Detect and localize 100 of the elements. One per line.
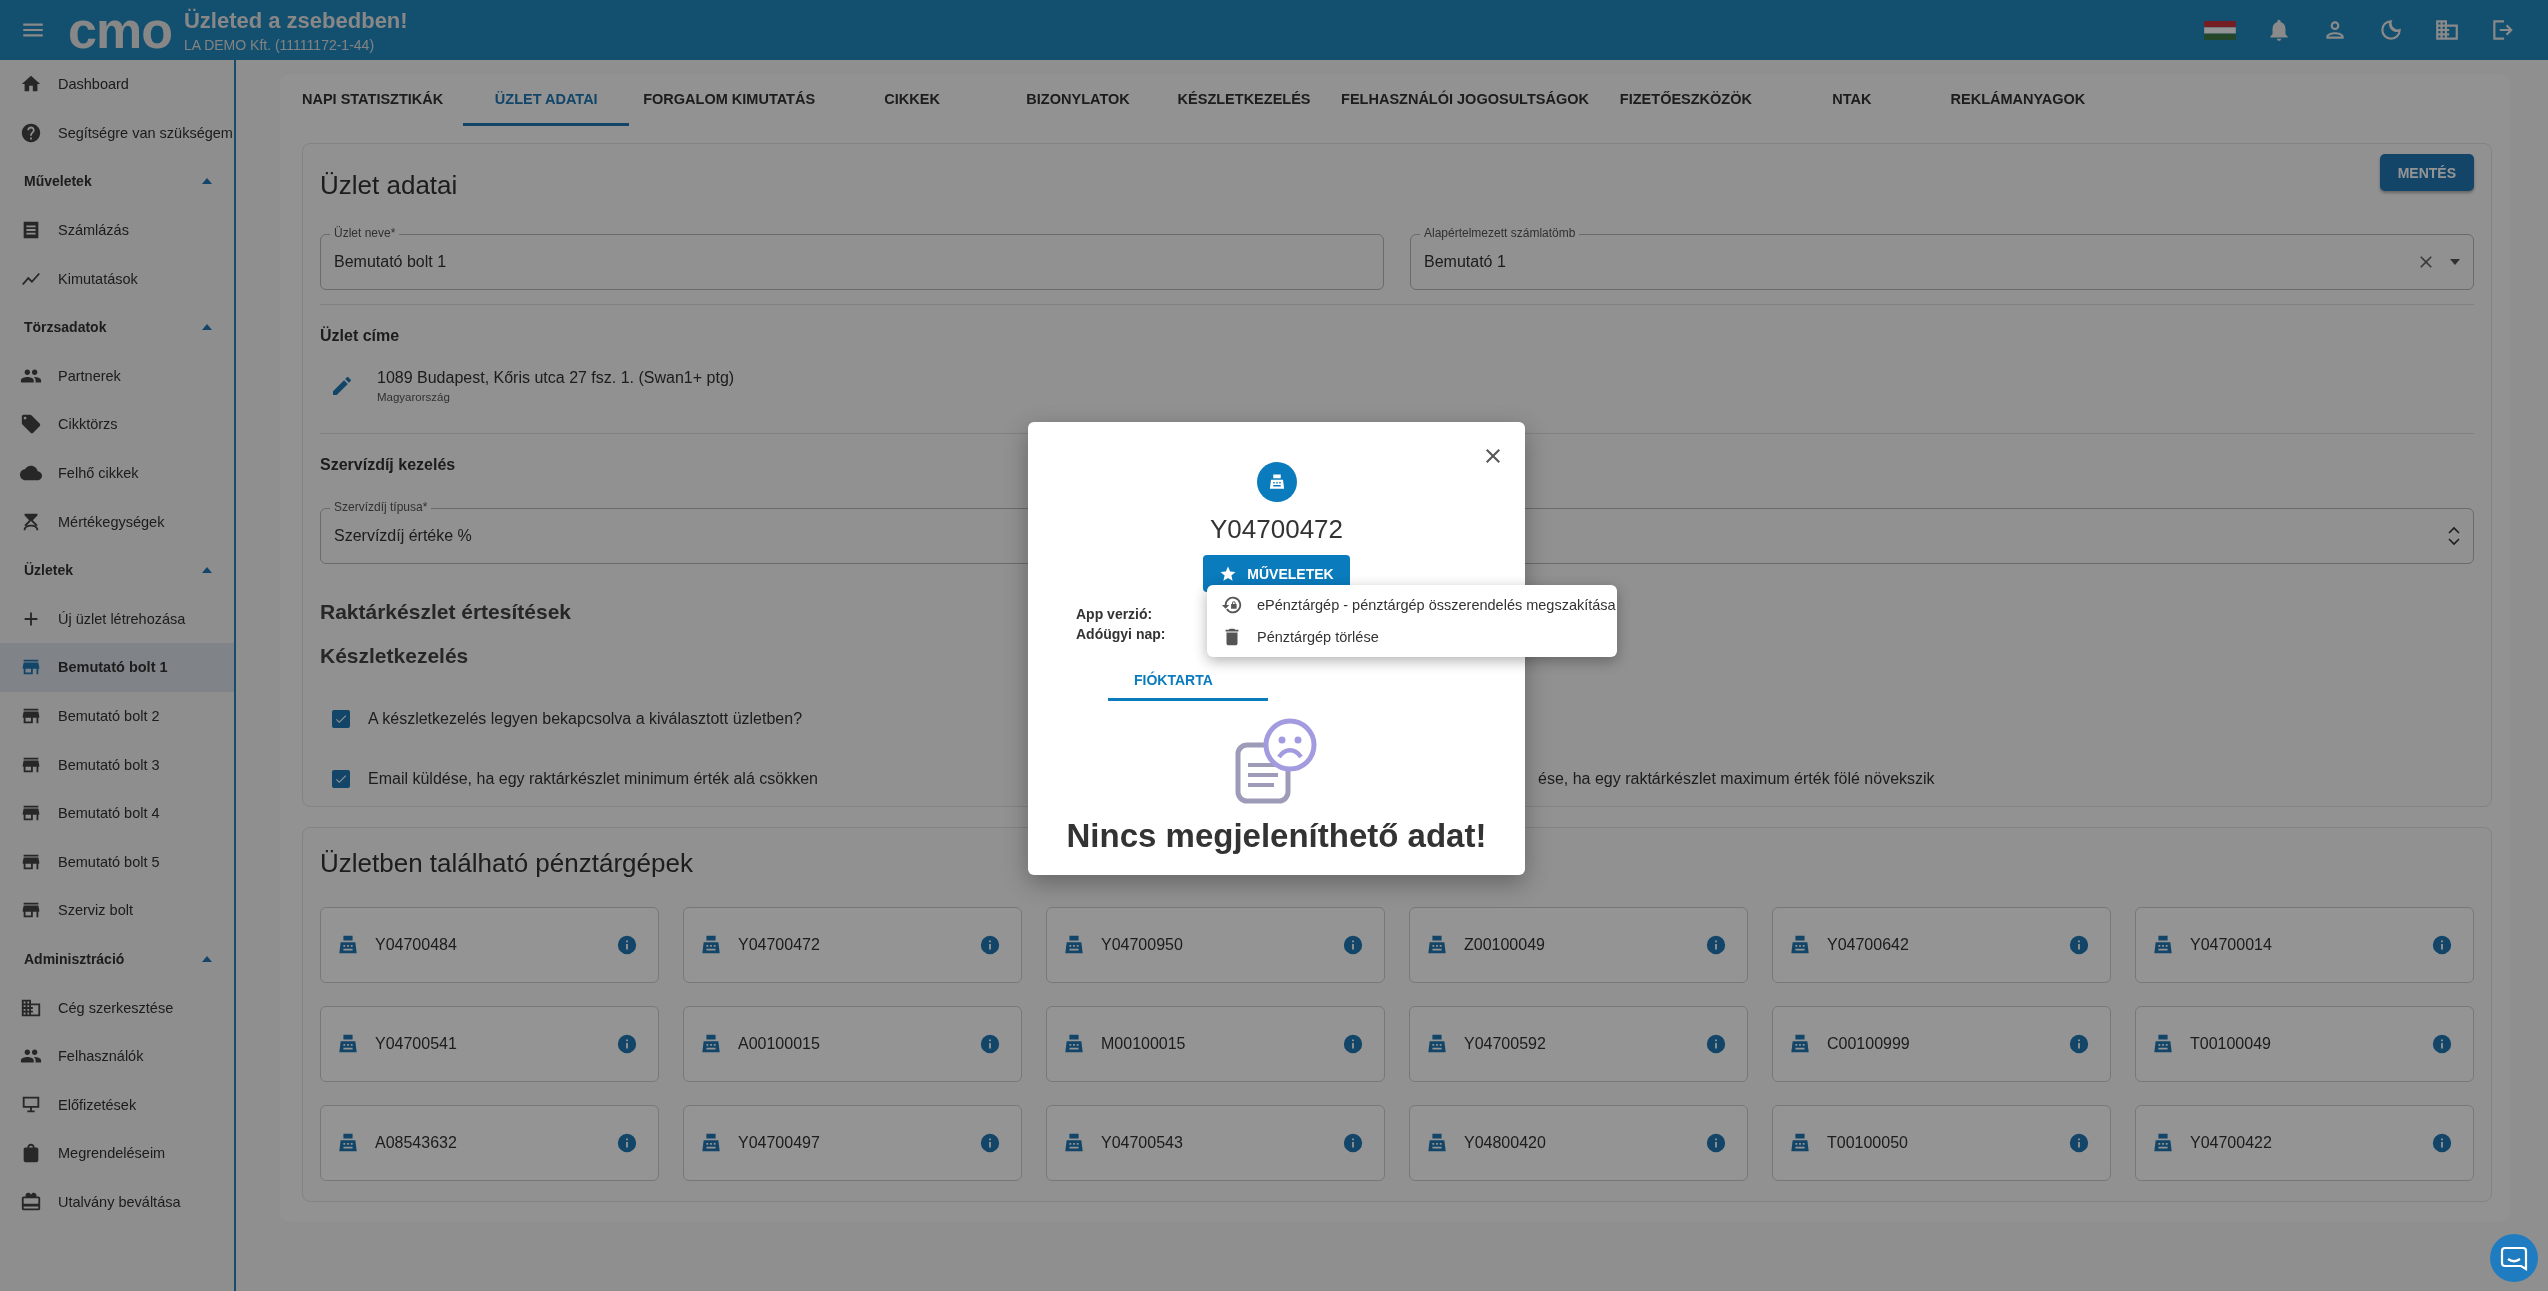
info-icon[interactable] — [2431, 1033, 2453, 1055]
register-name: Y04700014 — [2190, 936, 2272, 954]
sidebar-item[interactable]: Felhő cikkek — [0, 448, 234, 498]
register-card[interactable]: Y04700422 — [2135, 1105, 2474, 1181]
register-card[interactable]: C00100999 — [1772, 1006, 2111, 1082]
info-icon[interactable] — [2431, 1132, 2453, 1154]
sidebar-item[interactable]: Cég szerkesztése — [0, 983, 234, 1032]
menu-item[interactable]: ePénztárgép - pénztárgép összerendelés megszakítása — [1207, 589, 1617, 621]
register-card[interactable]: A00100015 — [683, 1006, 1022, 1082]
tag-icon — [20, 413, 42, 436]
register-card[interactable]: Y04700592 — [1409, 1006, 1748, 1082]
sidebar-item[interactable]: Előfizetések — [0, 1080, 234, 1130]
cash-register-icon — [1426, 1033, 1448, 1055]
register-card[interactable]: A08543632 — [320, 1105, 659, 1181]
register-card[interactable]: Z00100049 — [1409, 907, 1748, 983]
register-card[interactable]: Y04800420 — [1409, 1105, 1748, 1181]
dropdown-icon[interactable] — [2450, 259, 2460, 265]
info-icon[interactable] — [616, 934, 638, 956]
checkbox[interactable] — [332, 710, 350, 728]
cash-register-icon — [337, 1132, 359, 1154]
register-card[interactable]: Y04700541 — [320, 1006, 659, 1082]
register-card[interactable]: Y04700014 — [2135, 907, 2474, 983]
serial-number: Y04700472 — [1210, 514, 1343, 545]
register-card[interactable]: T00100049 — [2135, 1006, 2474, 1082]
tab[interactable]: ÜZLET ADATAI — [463, 74, 630, 126]
address-text: 1089 Budapest, Kőris utca 27 fsz. 1. (Swan1+ ptg) — [377, 369, 735, 387]
sidebar-item[interactable]: Dashboard — [0, 60, 234, 109]
cash-register-icon — [2152, 934, 2174, 956]
sidebar-item[interactable]: Bemutató bolt 1 — [0, 643, 234, 692]
sidebar-item[interactable]: Felhasználók — [0, 1031, 234, 1081]
info-icon[interactable] — [1342, 1132, 1364, 1154]
info-icon[interactable] — [2068, 1132, 2090, 1154]
info-icon[interactable] — [1705, 934, 1727, 956]
register-card[interactable]: Y04700497 — [683, 1105, 1022, 1181]
info-icon[interactable] — [616, 1132, 638, 1154]
info-icon[interactable] — [979, 1033, 1001, 1055]
info-label: Adóügyi nap: — [1076, 625, 1166, 644]
restore-lock-icon — [1221, 594, 1243, 616]
tab[interactable]: NTAK — [1768, 74, 1935, 126]
sidebar-item[interactable]: Bemutató bolt 3 — [0, 740, 234, 789]
tab[interactable]: FIZETŐESZKÖZÖK — [1602, 74, 1769, 126]
register-card[interactable]: M00100015 — [1046, 1006, 1385, 1082]
register-name: Z00100049 — [1464, 936, 1545, 954]
info-icon[interactable] — [2431, 934, 2453, 956]
spinner-icon[interactable] — [2448, 524, 2460, 548]
tab[interactable]: KÉSZLETKEZELÉS — [1161, 74, 1328, 126]
caret-icon[interactable] — [202, 956, 212, 962]
sidebar-item[interactable]: Szerviz bolt — [0, 886, 234, 935]
register-card[interactable]: Y04700642 — [1772, 907, 2111, 983]
save-button[interactable]: MENTÉS — [2379, 154, 2474, 191]
tab[interactable]: REKLÁMANYAGOK — [1934, 74, 2101, 126]
country-text: Magyarország — [377, 391, 451, 403]
register-name: T00100049 — [2190, 1035, 2271, 1053]
moon-icon[interactable] — [2378, 17, 2404, 43]
sidebar-item[interactable]: Bemutató bolt 4 — [0, 788, 234, 838]
caret-icon[interactable] — [202, 324, 212, 331]
info-icon[interactable] — [1705, 1033, 1727, 1055]
pencil-icon[interactable] — [330, 374, 354, 398]
info-icon[interactable] — [616, 1033, 638, 1055]
cash-register-icon — [1256, 462, 1297, 502]
tab[interactable]: NAPI STATISZTIKÁK — [302, 74, 464, 126]
cash-register-icon — [700, 1033, 722, 1055]
menu-item[interactable]: Pénztárgép törlése — [1207, 621, 1617, 653]
tab[interactable]: BIZONYLATOK — [995, 74, 1162, 126]
info-icon[interactable] — [2068, 934, 2090, 956]
register-card[interactable]: T00100050 — [1772, 1105, 2111, 1181]
sidebar-item[interactable]: Megrendeléseim — [0, 1129, 234, 1178]
caret-icon[interactable] — [202, 178, 212, 185]
info-icon[interactable] — [1342, 934, 1364, 956]
info-icon[interactable] — [1342, 1033, 1364, 1055]
register-card[interactable]: Y04700484 — [320, 907, 659, 983]
cash-register-icon — [700, 1132, 722, 1154]
sidebar-item[interactable]: Utalvány beváltása — [0, 1177, 234, 1227]
sidebar-item[interactable]: Kimutatások — [0, 254, 234, 303]
info-icon[interactable] — [979, 934, 1001, 956]
sidebar-item[interactable]: Cikktörzs — [0, 400, 234, 449]
info-icon[interactable] — [1705, 1132, 1727, 1154]
chat-icon[interactable] — [2490, 1234, 2538, 1282]
register-card[interactable]: Y04700543 — [1046, 1105, 1385, 1181]
sidebar-item[interactable]: Bemutató bolt 5 — [0, 837, 234, 887]
tab[interactable]: FORGALOM KIMUTATÁS — [629, 74, 830, 126]
building-icon[interactable] — [2434, 17, 2460, 43]
section-heading: Raktárkészlet értesítések — [320, 600, 571, 624]
caret-icon[interactable] — [202, 567, 212, 574]
info-icon[interactable] — [979, 1132, 1001, 1154]
register-name: Y04700497 — [738, 1134, 820, 1152]
tab[interactable]: FELHASZNÁLÓI JOGOSULTSÁGOK — [1327, 74, 1603, 126]
flag-icon[interactable] — [2204, 20, 2236, 40]
checkbox[interactable] — [332, 770, 350, 788]
info-icon[interactable] — [2068, 1033, 2090, 1055]
sidebar-item[interactable]: Partnerek — [0, 351, 234, 401]
sidebar-item[interactable]: Mértékegységek — [0, 497, 234, 546]
register-card[interactable]: Y04700472 — [683, 907, 1022, 983]
tab[interactable]: FIÓKTARTA — [1108, 672, 1268, 701]
cash-register-icon — [337, 934, 359, 956]
register-card[interactable]: Y04700950 — [1046, 907, 1385, 983]
tab[interactable]: CIKKEK — [829, 74, 996, 126]
sidebar-item[interactable]: Segítségre van szükségem — [0, 108, 234, 158]
sidebar-item[interactable]: Számlázás — [0, 205, 234, 255]
empty-message: Nincs megjeleníthető adat! — [1066, 817, 1487, 855]
